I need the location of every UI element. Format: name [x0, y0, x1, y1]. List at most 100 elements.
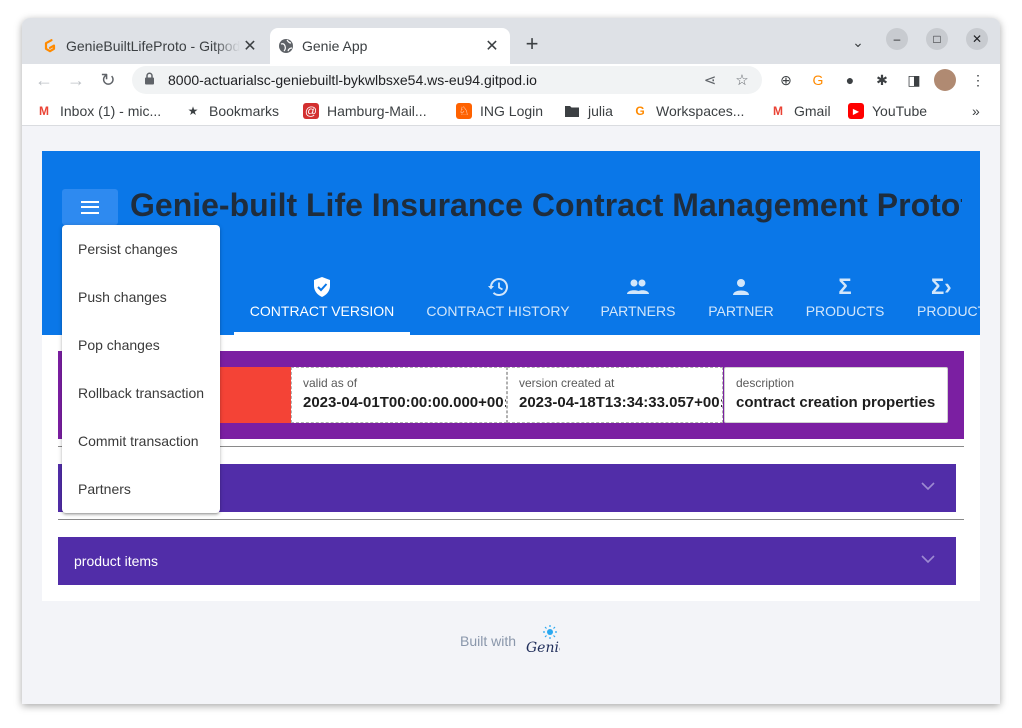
- menu-kebab-icon[interactable]: ⋮: [968, 70, 988, 90]
- actions-menu: Persist changes Push changes Pop changes…: [62, 225, 220, 513]
- bookmark-workspaces[interactable]: G Workspaces...: [632, 101, 744, 121]
- ing-icon: ♘: [456, 103, 472, 119]
- bookmark-ing-login[interactable]: ♘ ING Login: [456, 101, 543, 121]
- close-tab-icon[interactable]: ✕: [240, 36, 260, 56]
- field-value: 2023-04-18T13:34:33.057+00:00: [519, 394, 723, 411]
- menu-item-partners[interactable]: Partners: [62, 465, 220, 513]
- gitpod-icon: [42, 38, 58, 54]
- bookmark-label: Gmail: [794, 103, 831, 119]
- built-with-text: Built with: [460, 633, 517, 649]
- chevron-down-icon: [920, 478, 936, 494]
- browser-tab-title: Genie App: [302, 38, 368, 54]
- hamburger-icon: [81, 200, 99, 214]
- built-with-footer: Built with Genie: [460, 621, 567, 661]
- page-title: Genie-built Life Insurance Contract Mana…: [130, 187, 962, 223]
- field-value: contract creation properties: [736, 394, 936, 411]
- avatar[interactable]: [934, 69, 956, 91]
- field-label: version created at: [519, 376, 615, 390]
- bookmark-inbox[interactable]: M Inbox (1) - mic...: [36, 101, 161, 121]
- lock-icon: [144, 72, 158, 88]
- tab-contract-history[interactable]: CONTRACT HISTORY: [418, 241, 578, 335]
- people-icon: [626, 275, 650, 299]
- bookmark-hamburg-mail[interactable]: @ Hamburg-Mail...: [303, 101, 427, 121]
- expansion-label: product items: [74, 553, 159, 569]
- minimize-icon[interactable]: –: [886, 28, 908, 50]
- browser-window: GenieBuiltLifeProto - Gitpod ✕ Genie App…: [22, 18, 1000, 704]
- menu-item-persist-changes[interactable]: Persist changes: [62, 225, 220, 273]
- tab-search-icon[interactable]: ⌄: [848, 32, 868, 52]
- browser-tab-genie-app[interactable]: Genie App ✕: [270, 28, 510, 64]
- back-icon[interactable]: ←: [32, 68, 56, 92]
- sigma-arrow-icon: Σ›: [931, 274, 952, 299]
- close-window-icon[interactable]: ✕: [966, 28, 988, 50]
- close-tab-icon[interactable]: ✕: [482, 36, 502, 56]
- svg-text:Genie: Genie: [526, 640, 560, 656]
- browser-tab-title: GenieBuiltLifeProto - Gitpod: [66, 38, 240, 54]
- star-icon: ★: [187, 104, 199, 118]
- divider: [58, 519, 964, 520]
- field-value: 2023-04-01T00:00:00.000+00:00: [303, 394, 507, 411]
- browser-toolbar: ← → ↻ 8000-actuarialsc-geniebuiltl-bykwl…: [22, 64, 1000, 96]
- share-icon[interactable]: ⋖: [698, 71, 722, 89]
- bookmark-julia[interactable]: julia: [564, 101, 613, 121]
- history-icon: [487, 275, 509, 299]
- youtube-icon: ▶: [848, 103, 864, 119]
- verified-shield-icon: [312, 275, 332, 299]
- extension-target-icon[interactable]: ⊕: [776, 70, 796, 90]
- version-created-at-field[interactable]: version created at 2023-04-18T13:34:33.0…: [507, 367, 723, 423]
- tab-label: PRODUCT ITEMS: [917, 303, 980, 319]
- menu-item-push-changes[interactable]: Push changes: [62, 273, 220, 321]
- new-tab-button[interactable]: +: [520, 31, 544, 56]
- field-label: description: [736, 376, 795, 390]
- bookmark-star-icon[interactable]: ☆: [730, 71, 754, 89]
- browser-tab-gitpod[interactable]: GenieBuiltLifeProto - Gitpod ✕: [34, 28, 268, 64]
- address-bar[interactable]: 8000-actuarialsc-geniebuiltl-bykwlbsxe54…: [132, 66, 762, 94]
- url-text: 8000-actuarialsc-geniebuiltl-bykwlbsxe54…: [168, 72, 537, 88]
- tab-contract-version[interactable]: CONTRACT VERSION: [234, 241, 410, 335]
- at-icon: @: [303, 103, 319, 119]
- bookmark-label: Bookmarks: [209, 103, 280, 119]
- bookmark-label: julia: [588, 103, 613, 119]
- globe-icon: [278, 38, 294, 54]
- tab-partners[interactable]: PARTNERS: [590, 241, 686, 335]
- menu-item-commit-transaction[interactable]: Commit transaction: [62, 417, 220, 465]
- bookmark-bookmarks[interactable]: ★ Bookmarks: [185, 101, 279, 121]
- extensions-puzzle-icon[interactable]: ✱: [872, 70, 892, 90]
- gitpod-extension-icon[interactable]: G: [808, 70, 828, 90]
- browser-tabstrip: GenieBuiltLifeProto - Gitpod ✕ Genie App…: [22, 18, 1000, 64]
- more-bookmarks-button[interactable]: »: [972, 101, 980, 121]
- tab-label: PARTNER: [708, 303, 774, 319]
- sigma-icon: Σ: [838, 274, 852, 299]
- folder-icon: [564, 103, 580, 119]
- forward-icon[interactable]: →: [64, 68, 88, 92]
- tab-product-items[interactable]: Σ› PRODUCT ITEMS: [904, 241, 980, 335]
- tab-products[interactable]: Σ PRODUCTS: [796, 241, 894, 335]
- gitpod-icon: G: [635, 104, 645, 118]
- description-field[interactable]: description contract creation properties: [724, 367, 948, 423]
- menu-button[interactable]: [62, 189, 118, 225]
- bookmark-youtube[interactable]: ▶ YouTube: [848, 101, 927, 121]
- side-panel-icon[interactable]: ◨: [904, 70, 924, 90]
- gmail-icon: M: [773, 104, 783, 118]
- tab-label: PRODUCTS: [805, 303, 885, 319]
- menu-item-pop-changes[interactable]: Pop changes: [62, 321, 220, 369]
- expansion-item-product-items[interactable]: product items: [58, 537, 956, 585]
- extension-ball-icon[interactable]: ●: [840, 70, 860, 90]
- bookmark-label: Inbox (1) - mic...: [60, 103, 162, 119]
- genie-logo[interactable]: Genie: [524, 624, 567, 658]
- field-label: valid as of: [303, 376, 358, 390]
- reload-icon[interactable]: ↻: [96, 68, 120, 92]
- tab-partner[interactable]: PARTNER: [696, 241, 786, 335]
- bookmark-label: Hamburg-Mail...: [327, 103, 427, 119]
- bookmark-label: Workspaces...: [656, 103, 745, 119]
- bookmark-gmail[interactable]: M Gmail: [770, 101, 831, 121]
- maximize-icon[interactable]: □: [926, 28, 948, 50]
- tab-label: CONTRACT VERSION: [249, 303, 395, 319]
- chevron-down-icon: [920, 551, 936, 567]
- valid-as-of-field[interactable]: valid as of 2023-04-01T00:00:00.000+00:0…: [291, 367, 507, 423]
- person-icon: [732, 275, 750, 299]
- bookmark-label: ING Login: [480, 103, 544, 119]
- menu-item-rollback-transaction[interactable]: Rollback transaction: [62, 369, 220, 417]
- tab-label: PARTNERS: [600, 303, 676, 319]
- gmail-icon: M: [39, 104, 49, 118]
